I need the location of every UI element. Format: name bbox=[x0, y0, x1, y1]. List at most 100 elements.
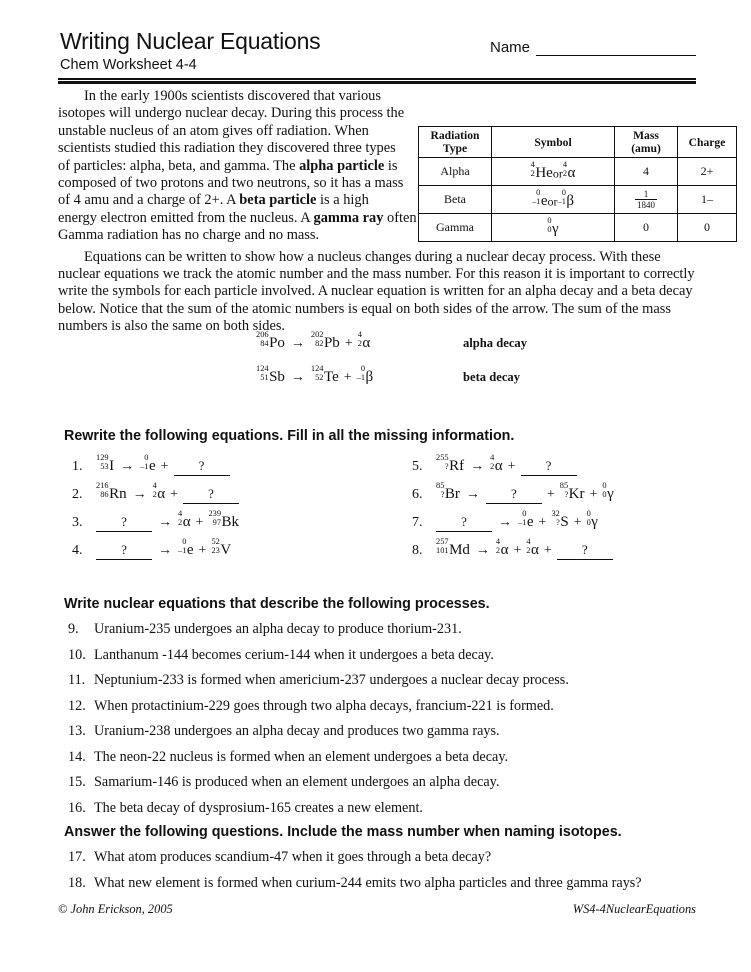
cell-charge: 1– bbox=[677, 185, 737, 214]
term-beta-particle: beta particle bbox=[239, 192, 317, 209]
mass-number: 4 bbox=[357, 330, 362, 339]
nuclide-numbers: 42 bbox=[152, 481, 157, 500]
nuclide-symbol: 0 –1 e bbox=[518, 509, 534, 531]
nuclide-numbers: 129 53 bbox=[96, 453, 109, 472]
arrow-operator: → bbox=[290, 370, 305, 386]
arrow-operator: → bbox=[158, 515, 172, 531]
col-header-charge: Charge bbox=[677, 126, 737, 158]
item-text: Neptunium-233 is formed when americium-2… bbox=[94, 672, 569, 688]
nuclide-symbol: 0 –1 e bbox=[178, 537, 194, 559]
atomic-number: 2 bbox=[178, 518, 183, 528]
element-symbol: e bbox=[540, 193, 548, 210]
nuclide-numbers: 0 –1 bbox=[357, 364, 365, 383]
document-id: WS4-4NuclearEquations bbox=[572, 902, 696, 916]
radiation-types-table: Radiation Type Symbol Mass (amu) Charge … bbox=[418, 126, 737, 242]
item-text: The beta decay of dysprosium-165 creates… bbox=[94, 799, 423, 816]
problem-number: 4. bbox=[72, 543, 83, 559]
plus-operator: + bbox=[538, 515, 547, 531]
cell-symbol: 4 2 Heor 4 2 α bbox=[491, 157, 615, 186]
col-header-symbol: Symbol bbox=[491, 126, 615, 158]
arrow-operator: → bbox=[475, 543, 490, 559]
nuclide-numbers: 00 bbox=[602, 481, 606, 500]
answer-blank[interactable]: ? bbox=[556, 542, 613, 561]
plus-operator: + bbox=[170, 487, 179, 503]
nuclide-symbol: 4 2 He bbox=[531, 160, 553, 181]
answer-blank[interactable]: ? bbox=[173, 458, 230, 477]
list-item: 16. The beta decay of dysprosium-165 crea… bbox=[64, 800, 696, 817]
mass-number: 4 bbox=[178, 509, 183, 518]
nuclide-symbol: 129 53 I bbox=[96, 453, 114, 475]
name-field-block: Name bbox=[490, 40, 696, 56]
nuclide-symbol: 124 51 Sb bbox=[256, 364, 285, 386]
answer-blank[interactable]: ? bbox=[96, 514, 152, 533]
equation-problem: 3.? → 4 2 α +239 97 Bk bbox=[72, 509, 239, 533]
item-number: 13. bbox=[68, 723, 86, 739]
item-number: 11. bbox=[68, 672, 86, 688]
answer-blank[interactable]: ? bbox=[520, 458, 577, 477]
atomic-number: –1 bbox=[531, 197, 541, 207]
cell-charge: 2+ bbox=[677, 157, 737, 186]
problem-number: 5. bbox=[412, 459, 423, 475]
element-symbol: β bbox=[365, 369, 374, 386]
plus-operator: + bbox=[160, 459, 169, 475]
cell-symbol: 0 –1 eor 0 –1 β bbox=[491, 185, 615, 214]
item-number: 15. bbox=[68, 774, 86, 790]
mass-number: 206 bbox=[256, 330, 269, 339]
nuclide-numbers: 42 bbox=[178, 509, 183, 528]
nuclide-symbol: 0 –1 e bbox=[531, 188, 548, 210]
element-symbol: γ bbox=[607, 486, 614, 503]
element-symbol: α bbox=[500, 542, 509, 559]
answer-blank[interactable]: ? bbox=[436, 514, 492, 533]
mass-value: 4 bbox=[643, 164, 649, 178]
fill-in-section: Rewrite the following equations. Fill in… bbox=[64, 428, 696, 567]
arrow-operator: → bbox=[465, 487, 480, 503]
nuclide-symbol: 00γ bbox=[587, 509, 598, 531]
list-item: 11. Neptunium-233 is formed when americiu… bbox=[64, 672, 696, 689]
answer-blank[interactable]: ? bbox=[96, 542, 152, 561]
nuclide-symbol: 206 84 Po bbox=[256, 330, 285, 352]
cell-charge: 0 bbox=[677, 213, 737, 242]
atomic-number: 2 bbox=[357, 339, 362, 349]
nuclide-symbol: 0 –1 β bbox=[558, 188, 575, 209]
element-symbol: e bbox=[148, 458, 156, 475]
item-number: 9. bbox=[68, 621, 79, 637]
table-row: Beta 0 –1 eor 0 –1 β 1 1840 1– bbox=[418, 185, 737, 214]
fraction-numerator: 1 bbox=[635, 189, 657, 200]
item-number: 12. bbox=[68, 697, 86, 714]
element-symbol: e bbox=[186, 542, 194, 559]
equation-problem: 2. 216 86 Rn → 4 2 α +? bbox=[72, 481, 240, 505]
mass-number: 85 bbox=[559, 481, 569, 490]
worksheet-page: Writing Nuclear Equations Chem Worksheet… bbox=[0, 0, 751, 972]
processes-section: Write nuclear equations that describe th… bbox=[64, 596, 696, 825]
equation-problem: 1. 129 53 I → 0 –1 e +? bbox=[72, 453, 230, 477]
atomic-number: ? bbox=[564, 490, 569, 500]
plus-operator: + bbox=[344, 336, 353, 352]
element-symbol: α bbox=[567, 165, 576, 182]
item-number: 17. bbox=[68, 849, 86, 865]
mass-number: 4 bbox=[526, 537, 531, 546]
nuclide-numbers: 85? bbox=[559, 481, 569, 500]
example-label: alpha decay bbox=[463, 336, 528, 350]
element-symbol: α bbox=[531, 542, 539, 559]
element-symbol: Po bbox=[269, 335, 285, 352]
atomic-number: 2 bbox=[152, 490, 157, 500]
item-number: 14. bbox=[68, 748, 86, 765]
plus-operator: + bbox=[589, 487, 598, 503]
atomic-number: –1 bbox=[178, 546, 187, 556]
mass-number: 52 bbox=[211, 537, 220, 546]
col-header-radiation-type: Radiation Type bbox=[418, 126, 492, 158]
answer-blank[interactable]: ? bbox=[183, 486, 240, 505]
atomic-number: 2 bbox=[526, 546, 531, 556]
plus-operator: + bbox=[546, 487, 555, 503]
list-item: 15. Samarium-146 is produced when an elem… bbox=[64, 774, 696, 791]
answer-blank[interactable]: ? bbox=[485, 486, 542, 505]
mass-number: 239 bbox=[208, 509, 222, 518]
nuclide-symbol: 42α bbox=[152, 481, 166, 503]
nuclide-symbol: 00γ bbox=[602, 481, 614, 503]
or-separator: or bbox=[552, 166, 563, 181]
mass-number: 4 bbox=[490, 453, 495, 462]
mass-number: 4 bbox=[152, 481, 157, 490]
name-input-line[interactable] bbox=[536, 41, 696, 56]
element-symbol: Rn bbox=[109, 486, 127, 503]
nuclide-symbol: 42α bbox=[357, 330, 371, 352]
